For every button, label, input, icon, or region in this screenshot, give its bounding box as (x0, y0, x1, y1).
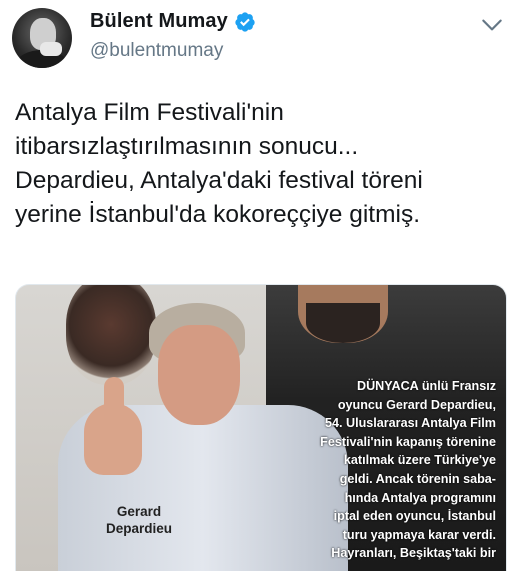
article-text: DÜNYACA ünlü Fransız oyuncu Gerard Depar… (318, 377, 496, 563)
caption-line: Depardieu (106, 521, 173, 536)
user-handle[interactable]: @bulentmumay (90, 40, 223, 62)
verified-badge-icon (234, 11, 256, 33)
display-name[interactable]: Bülent Mumay (90, 10, 228, 33)
avatar[interactable] (12, 8, 72, 68)
chevron-down-icon[interactable] (479, 12, 505, 38)
article-line: 54. Uluslararası Antalya Film (324, 416, 496, 431)
tweet-media-image[interactable]: Gerard Depardieu DÜNYACA ünlü Fransız oy… (15, 284, 507, 571)
article-line: katılmak üzere Türkiye'ye (343, 453, 496, 468)
article-line: DÜNYACA ünlü Fransız (356, 379, 496, 393)
article-line: turu yapmaya karar verdi. (342, 527, 496, 542)
user-name-row[interactable]: Bülent Mumay (90, 10, 256, 33)
tweet-card: Bülent Mumay @bulentmumay Antalya Film F… (0, 0, 521, 571)
caption-line: Gerard (116, 504, 162, 519)
photo-caption: Gerard Depardieu (106, 503, 172, 537)
article-lead: DÜNYACA (356, 379, 419, 393)
article-line: hında Antalya programını (344, 490, 496, 505)
article-line: Festivali'nin kapanış törenine (320, 434, 496, 449)
article-line: Hayranları, Beşiktaş'taki bir (331, 546, 496, 561)
tweet-text: Antalya Film Festivali'nin itibarsızlaşt… (15, 99, 423, 228)
article-line: geldi. Ancak törenin saba- (339, 471, 496, 486)
article-line: iptal eden oyuncu, İstanbul (333, 509, 496, 524)
article-line: oyuncu Gerard Depardieu, (337, 397, 496, 412)
